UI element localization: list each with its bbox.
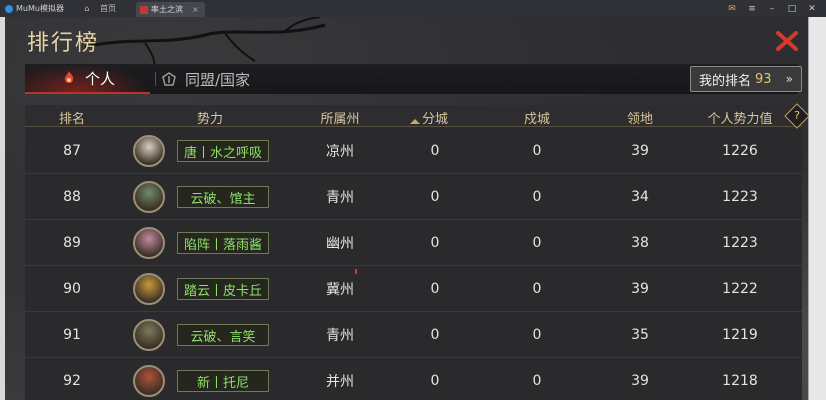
faction-name-tag[interactable]: 新丨托尼	[177, 370, 269, 392]
table-header: 排名 势力 所属州 分城 戍城 领地 个人势力值 ?	[25, 103, 808, 129]
garrison-cell: 0	[532, 281, 542, 297]
state-cell: 幽州	[326, 236, 354, 252]
faction-name-tag[interactable]: 唐丨水之呼吸	[177, 140, 269, 162]
emulator-right-edge	[808, 17, 826, 400]
garrison-cell: 0	[532, 327, 542, 343]
window-controls: ✉ ≡ – □ ✕	[726, 4, 826, 14]
personal-power-cell: 1218	[722, 373, 758, 389]
column-header-garrison[interactable]: 戍城	[512, 108, 562, 127]
help-question-icon: ?	[794, 109, 800, 122]
tab-personal-label: 个人	[85, 69, 116, 88]
player-avatar[interactable]	[133, 181, 165, 213]
personal-power-cell: 1226	[722, 143, 758, 159]
leaderboard-window: 排行榜 个人 同盟/国家 我的排名 93 » 排名 势力 所属州 分城 戍城 领…	[5, 17, 808, 400]
home-tab-label[interactable]: 首页	[100, 3, 116, 14]
territory-cell: 39	[631, 281, 649, 297]
garrison-cell: 0	[532, 143, 542, 159]
state-cell: 青州	[326, 328, 354, 344]
rank-cell: 89	[63, 235, 81, 251]
my-rank-label: 我的排名	[699, 73, 752, 89]
branch-city-cell: 0	[430, 235, 440, 251]
faction-name-tag[interactable]: 云破、馆主	[177, 186, 269, 208]
table-row[interactable]: 87 唐丨水之呼吸 凉州 0 0 39 1226	[25, 128, 802, 174]
alliance-emblem-icon	[161, 71, 177, 87]
tab-personal[interactable]: 个人	[25, 64, 150, 94]
red-marker	[355, 269, 357, 274]
tab-alliance[interactable]: 同盟/国家	[155, 64, 250, 94]
table-row[interactable]: 91 云破、言笑 青州 0 0 35 1219	[25, 312, 802, 358]
garrison-cell: 0	[532, 189, 542, 205]
player-avatar[interactable]	[133, 135, 165, 167]
my-rank-value: 93	[755, 71, 772, 87]
state-cell: 凉州	[326, 144, 354, 160]
emulator-title-bar: MuMu模拟器 ⌂ 首页 率土之滨 × ✉ ≡ – □ ✕	[0, 0, 826, 17]
tab-alliance-label: 同盟/国家	[185, 70, 251, 89]
personal-power-cell: 1219	[722, 327, 758, 343]
territory-cell: 39	[631, 143, 649, 159]
maximize-icon[interactable]: □	[786, 4, 798, 14]
branch-city-cell: 0	[430, 143, 440, 159]
page-title: 排行榜	[27, 31, 100, 56]
column-header-personal-power[interactable]: 个人势力值	[695, 108, 785, 127]
player-avatar[interactable]	[133, 227, 165, 259]
territory-cell: 34	[631, 189, 649, 205]
game-tab[interactable]: 率土之滨 ×	[135, 2, 205, 17]
territory-cell: 39	[631, 373, 649, 389]
rank-cell: 92	[63, 373, 81, 389]
game-app-icon	[139, 5, 148, 14]
close-icon[interactable]: ✕	[806, 4, 818, 14]
faction-name-tag[interactable]: 踏云丨皮卡丘	[177, 278, 269, 300]
state-cell: 并州	[326, 374, 354, 390]
territory-cell: 35	[631, 327, 649, 343]
column-header-rank[interactable]: 排名	[47, 108, 97, 127]
table-row[interactable]: 90 踏云丨皮卡丘 冀州 0 0 39 1222	[25, 266, 802, 312]
mumu-logo-icon	[5, 4, 13, 13]
ranking-table: 排名 势力 所属州 分城 戍城 领地 个人势力值 ? 87 唐丨水之呼吸 凉州 …	[25, 103, 808, 400]
emulator-app-title: MuMu模拟器	[16, 4, 64, 13]
rank-cell: 91	[63, 327, 81, 343]
column-header-faction[interactable]: 势力	[175, 108, 245, 127]
garrison-cell: 0	[532, 373, 542, 389]
flame-emblem-icon	[61, 70, 77, 86]
branch-city-cell: 0	[430, 189, 440, 205]
minimize-icon[interactable]: –	[766, 4, 778, 14]
player-avatar[interactable]	[133, 273, 165, 305]
double-chevron-right-icon: »	[785, 72, 793, 86]
home-icon[interactable]: ⌂	[74, 0, 100, 17]
column-header-state[interactable]: 所属州	[305, 108, 375, 127]
column-header-branch-city[interactable]: 分城	[410, 108, 460, 127]
branch-city-cell: 0	[430, 373, 440, 389]
personal-power-cell: 1223	[722, 189, 758, 205]
tab-close-icon[interactable]: ×	[192, 5, 199, 14]
faction-name-tag[interactable]: 云破、言笑	[177, 324, 269, 346]
rank-cell: 90	[63, 281, 81, 297]
table-row[interactable]: 88 云破、馆主 青州 0 0 34 1223	[25, 174, 802, 220]
personal-power-cell: 1222	[722, 281, 758, 297]
faction-name-tag[interactable]: 陷阵丨落雨酱	[177, 232, 269, 254]
mail-icon[interactable]: ✉	[726, 4, 738, 14]
close-button[interactable]	[773, 27, 801, 55]
game-tab-label: 率土之滨	[150, 5, 183, 14]
state-cell: 冀州	[326, 282, 354, 298]
garrison-cell: 0	[532, 235, 542, 251]
rank-cell: 87	[63, 143, 81, 159]
sort-ascending-icon	[410, 119, 420, 124]
state-cell: 青州	[326, 190, 354, 206]
column-header-territory[interactable]: 领地	[615, 108, 665, 127]
personal-power-cell: 1223	[722, 235, 758, 251]
player-avatar[interactable]	[133, 365, 165, 397]
player-avatar[interactable]	[133, 319, 165, 351]
rank-cell: 88	[63, 189, 81, 205]
table-row[interactable]: 89 陷阵丨落雨酱 幽州 0 0 38 1223	[25, 220, 802, 266]
close-x-icon	[776, 31, 798, 51]
territory-cell: 38	[631, 235, 649, 251]
table-row[interactable]: 92 新丨托尼 并州 0 0 39 1218	[25, 358, 802, 400]
my-rank-button[interactable]: 我的排名 93 »	[690, 66, 802, 92]
branch-city-cell: 0	[430, 281, 440, 297]
help-button[interactable]: ?	[784, 103, 808, 129]
branch-city-cell: 0	[430, 327, 440, 343]
ranking-tab-bar: 个人 同盟/国家	[25, 64, 798, 94]
menu-icon[interactable]: ≡	[746, 4, 758, 14]
